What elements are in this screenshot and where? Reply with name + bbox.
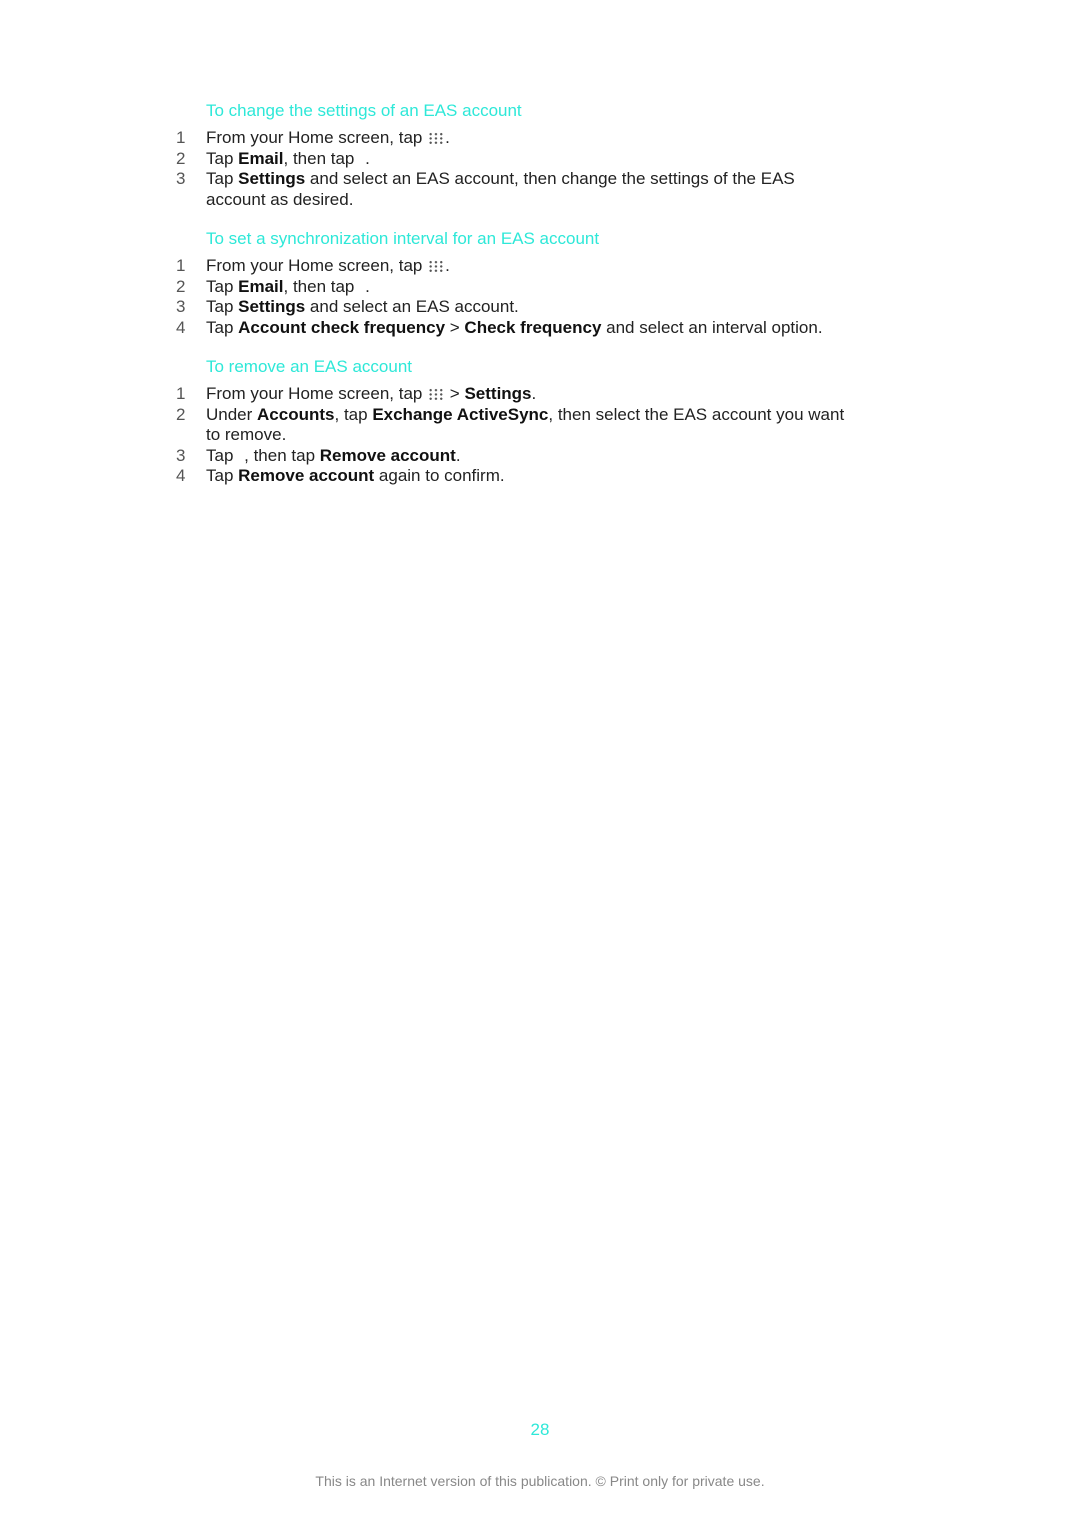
apps-grid-icon	[428, 388, 445, 400]
step-number: 1	[176, 384, 186, 403]
section-heading-change-settings: To change the settings of an EAS account	[206, 101, 522, 120]
page-number: 28	[530, 1420, 550, 1439]
step-number: 3	[176, 169, 186, 189]
step-number: 3	[176, 445, 186, 465]
section-heading-remove-account: To remove an EAS account	[206, 357, 413, 376]
step-number: 2	[176, 404, 186, 424]
step-number: 1	[176, 128, 186, 147]
step-number: 2	[176, 148, 186, 168]
section-heading-sync-interval: To set a synchronization interval for an…	[206, 229, 600, 248]
step-number: 1	[176, 256, 186, 275]
step-number: 4	[176, 317, 186, 337]
step-number: 4	[176, 466, 186, 486]
step-number: 2	[176, 276, 186, 296]
apps-grid-icon	[428, 132, 445, 144]
apps-grid-icon	[428, 260, 445, 272]
footer-notice: This is an Internet version of this publ…	[315, 1473, 765, 1489]
step-number: 3	[176, 297, 186, 317]
